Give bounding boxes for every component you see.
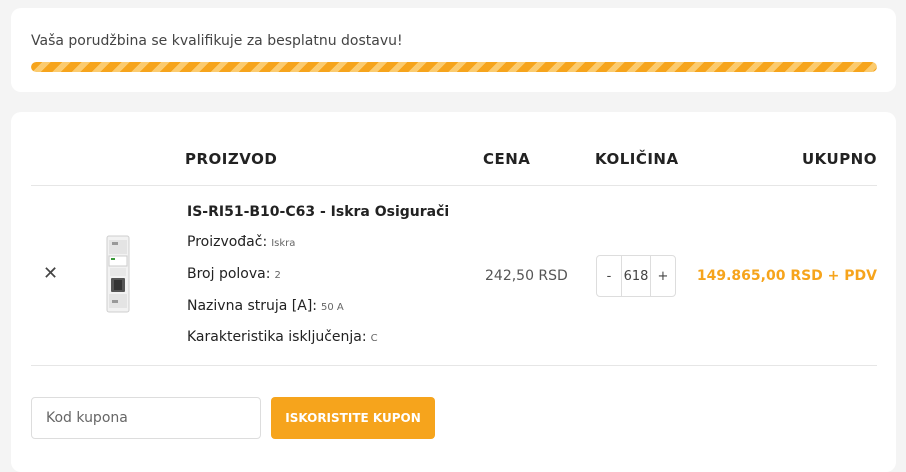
attribute-label: Broj polova: (187, 266, 271, 282)
attribute-label: Nazivna struja [A]: (187, 298, 318, 314)
shipping-progress-bar (31, 62, 877, 72)
header-product: PROIZVOD (185, 150, 278, 168)
attribute-manufacturer: Proizvođač: Iskra (187, 234, 295, 250)
coupon-code-input[interactable] (31, 397, 261, 439)
header-total: UKUPNO (801, 150, 877, 168)
attribute-poles: Broj polova: 2 (187, 266, 281, 282)
table-divider (31, 365, 877, 366)
product-name[interactable]: IS-RI51-B10-C63 - Iskra Osigurači (187, 204, 449, 220)
attribute-value: 50 A (321, 302, 344, 313)
cart-table: PROIZVOD CENA KOLIČINA UKUPNO ✕ IS-RI51-… (11, 112, 896, 472)
header-quantity: KOLIČINA (595, 150, 679, 168)
shipping-progress-fill (31, 62, 877, 72)
line-total: 149.865,00 RSD + PDV (696, 268, 877, 284)
attribute-label: Karakteristika isključenja: (187, 329, 367, 345)
quantity-decrease-button[interactable]: - (597, 256, 621, 296)
quantity-stepper: - 618 + (596, 255, 676, 297)
product-thumbnail[interactable] (97, 234, 139, 314)
circuit-breaker-image (106, 235, 130, 313)
attribute-value: C (370, 333, 378, 344)
free-shipping-notice: Vaša porudžbina se kvalifikuje za bespla… (11, 8, 896, 92)
attribute-rated-current: Nazivna struja [A]: 50 A (187, 298, 344, 314)
unit-price: 242,50 RSD (485, 268, 568, 284)
remove-item-button[interactable]: ✕ (43, 265, 58, 283)
attribute-value: Iskra (271, 238, 296, 249)
close-icon: ✕ (43, 263, 59, 284)
free-shipping-message: Vaša porudžbina se kvalifikuje za bespla… (31, 33, 403, 49)
attribute-value: 2 (274, 270, 281, 281)
apply-coupon-button[interactable]: ISKORISTITE KUPON (271, 397, 435, 439)
quantity-increase-button[interactable]: + (651, 256, 675, 296)
quantity-input[interactable]: 618 (621, 256, 651, 296)
attribute-label: Proizvođač: (187, 234, 268, 250)
table-divider (31, 185, 877, 186)
header-price: CENA (483, 150, 531, 168)
attribute-trip-characteristic: Karakteristika isključenja: C (187, 329, 378, 345)
